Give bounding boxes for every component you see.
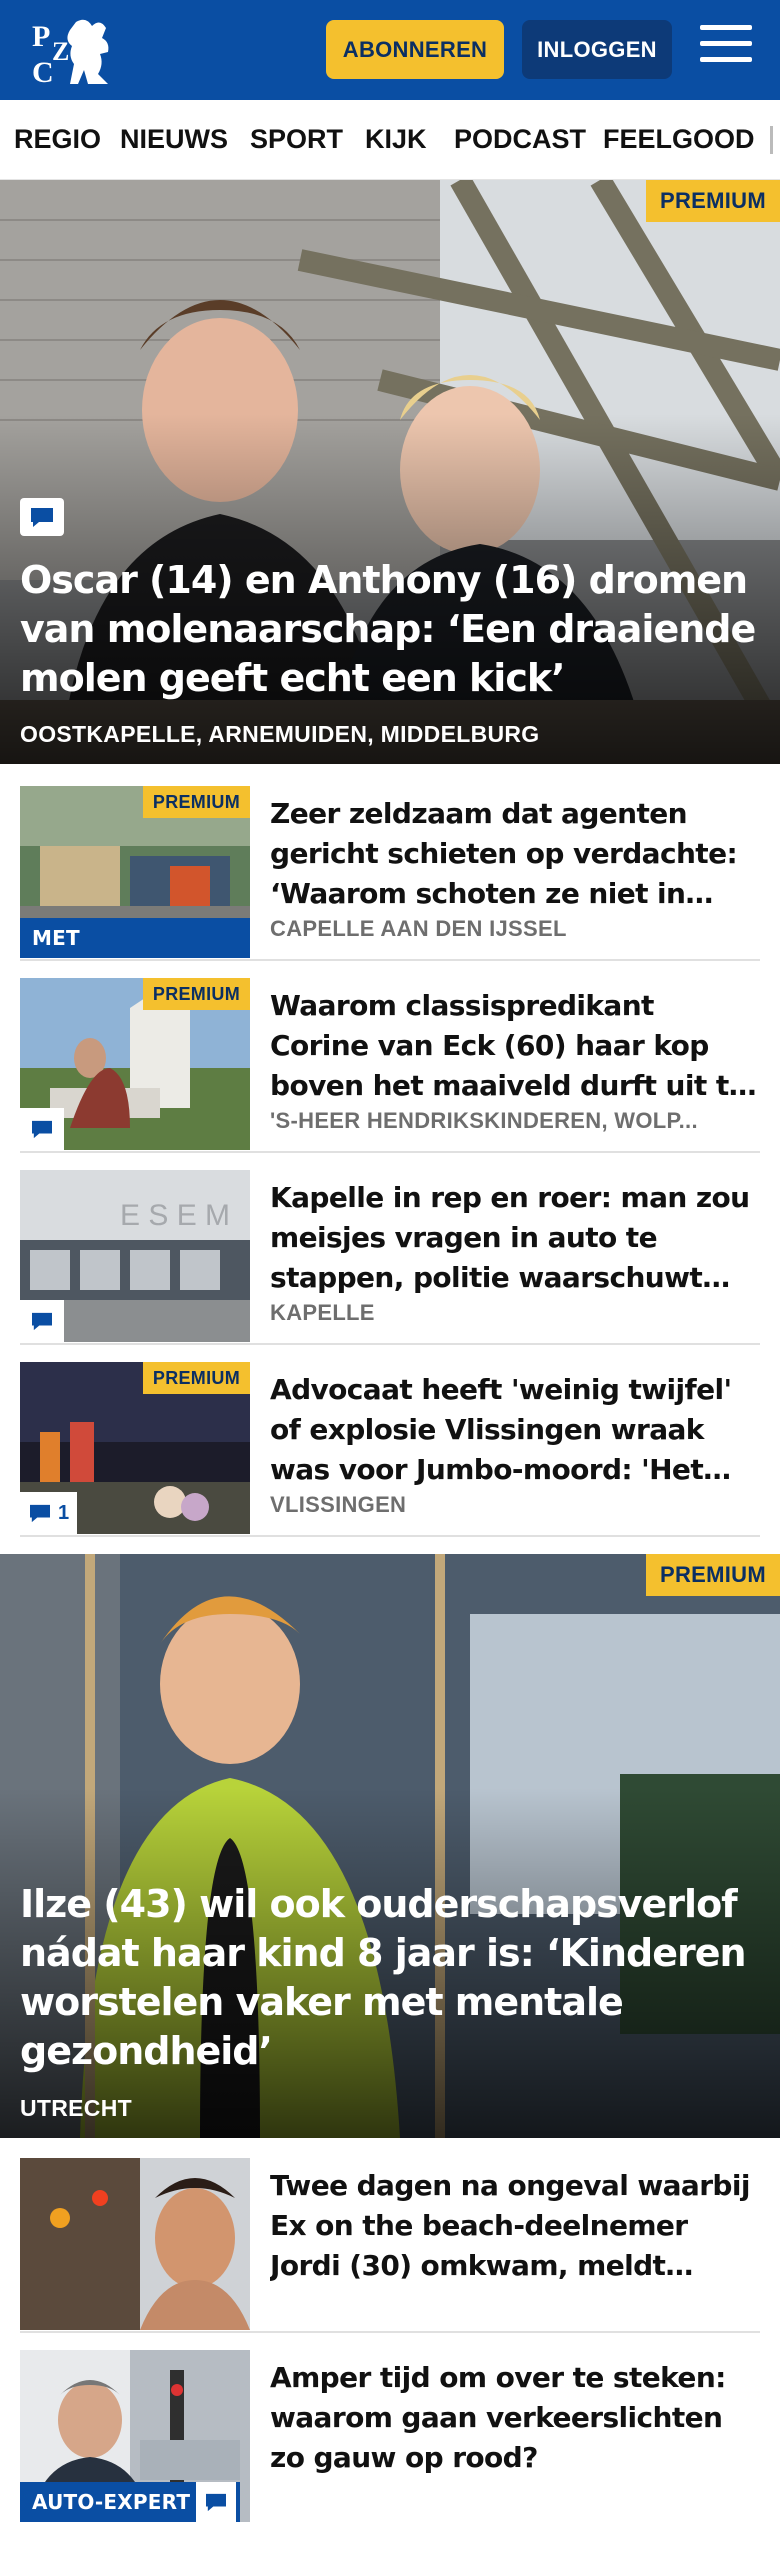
list-item[interactable]: PREMIUM 1 Advocaat heeft 'weinig twijfel…: [20, 1362, 760, 1537]
premium-badge: PREMIUM: [646, 180, 780, 222]
subscribe-button[interactable]: ABONNEREN: [326, 20, 504, 79]
list-item[interactable]: PREMIUM MET UITLEGVIDEO Zeer zeldzaam da…: [20, 786, 760, 961]
premium-badge: PREMIUM: [646, 1554, 780, 1596]
article-thumbnail: AUTO-EXPERT: [20, 2350, 250, 2522]
article-thumbnail: PREMIUM: [20, 978, 250, 1150]
article-location: KAPELLE: [270, 1300, 375, 1325]
hero-location: OOSTKAPELLE, ARNEMUIDEN, MIDDELBURG: [20, 721, 540, 747]
comment-icon: [20, 1108, 64, 1150]
svg-text:Z: Z: [52, 37, 69, 66]
hero-article-windmill[interactable]: PREMIUM Oscar (14) en Anthony (16) drome…: [0, 180, 780, 764]
nav-item-feelgood[interactable]: FEELGOOD: [603, 124, 755, 155]
premium-badge: PREMIUM: [142, 1362, 250, 1394]
svg-text:E S E M: E S E M: [120, 1199, 230, 1232]
nav-overflow-divider: [770, 126, 773, 154]
site-logo[interactable]: P Z C: [24, 12, 134, 89]
article-title[interactable]: Kapelle in rep en roer: man zou meisjes …: [270, 1178, 760, 1298]
hero-location: UTRECHT: [20, 2095, 132, 2121]
hero-article-parental-leave[interactable]: PREMIUM Ilze (43) wil ook ouderschapsver…: [0, 1554, 780, 2138]
article-title[interactable]: Amper tijd om over te steken: waarom gaa…: [270, 2358, 760, 2478]
article-location: 'S-HEER HENDRIKSKINDEREN, WOLP...: [270, 1108, 698, 1133]
hero-title[interactable]: Ilze (43) wil ook ouderschapsverlof náda…: [20, 1880, 760, 2076]
article-location: VLISSINGEN: [270, 1492, 407, 1517]
article-title[interactable]: Zeer zeldzaam dat agenten gericht schiet…: [270, 794, 760, 914]
comment-count: 1: [58, 1501, 70, 1524]
article-title[interactable]: Twee dagen na ongeval waarbij Ex on the …: [270, 2166, 760, 2286]
hero-title[interactable]: Oscar (14) en Anthony (16) dromen van mo…: [20, 556, 760, 703]
article-title[interactable]: Advocaat heeft 'weinig twijfel' of explo…: [270, 1370, 760, 1490]
svg-text:C: C: [32, 56, 54, 88]
article-title[interactable]: Waarom classispredikant Corine van Eck (…: [270, 986, 760, 1106]
comment-icon: [20, 1300, 64, 1342]
nav-item-sport[interactable]: SPORT: [250, 124, 343, 155]
premium-badge: PREMIUM: [142, 786, 250, 818]
list-item[interactable]: PREMIUM Waarom classispredikant Corine v…: [20, 978, 760, 1153]
nav-item-kijk[interactable]: KIJK: [365, 124, 427, 155]
nav-item-regio[interactable]: REGIO: [14, 124, 101, 155]
list-item[interactable]: E S E M Kapelle in rep en roer: man zou …: [20, 1170, 760, 1345]
section-nav: REGIO NIEUWS SPORT KIJK PODCAST FEELGOOD: [0, 100, 780, 180]
list-item[interactable]: AUTO-EXPERT Amper tijd om over te steken…: [20, 2350, 760, 2522]
list-item[interactable]: Twee dagen na ongeval waarbij Ex on the …: [20, 2158, 760, 2333]
comment-icon: [196, 2482, 236, 2522]
comment-icon: [30, 1504, 50, 1523]
nav-item-podcast[interactable]: PODCAST: [454, 124, 586, 155]
comment-count-badge: 1: [20, 1492, 78, 1534]
article-thumbnail: E S E M: [20, 1170, 250, 1342]
video-label: MET UITLEGVIDEO: [20, 918, 250, 958]
nav-item-nieuws[interactable]: NIEUWS: [120, 124, 228, 155]
top-bar: P Z C ABONNEREN INLOGGEN: [0, 0, 780, 100]
premium-badge: PREMIUM: [142, 978, 250, 1010]
hamburger-menu-icon[interactable]: [700, 25, 752, 73]
article-thumbnail: [20, 2158, 250, 2330]
article-thumbnail: PREMIUM MET UITLEGVIDEO: [20, 786, 250, 958]
article-thumbnail: PREMIUM 1: [20, 1362, 250, 1534]
article-location: CAPELLE AAN DEN IJSSEL: [270, 916, 567, 941]
login-button[interactable]: INLOGGEN: [522, 20, 672, 79]
comment-icon: [20, 498, 64, 536]
svg-text:P: P: [32, 20, 50, 53]
